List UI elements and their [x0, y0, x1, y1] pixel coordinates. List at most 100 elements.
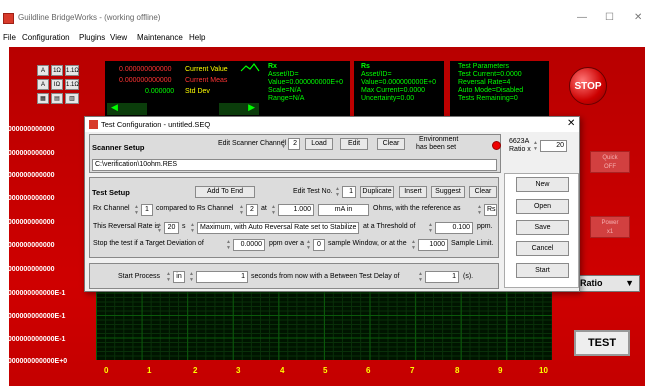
spinner-arrows-icon[interactable]: ▲ ▼	[532, 140, 539, 152]
open-button[interactable]: Open	[516, 199, 569, 214]
spinner-arrows-icon[interactable]: ▲ ▼	[189, 222, 196, 234]
scanner-file-path[interactable]: C:\verification\10ohm.RES	[92, 159, 497, 171]
scanner-model-label: 6623A	[509, 138, 530, 145]
spinner-arrows-icon[interactable]: ▲ ▼	[417, 271, 424, 283]
start-process-group: Start Process ▲ ▼ in ▲ ▼ 1 seconds from no…	[89, 263, 499, 289]
ratio-dropdown[interactable]: Ratio ▼	[574, 275, 640, 292]
deviation-input[interactable]: 0.0000	[233, 239, 265, 251]
dialog-close-button[interactable]: ✕	[567, 118, 575, 129]
rx-line: Range=N/A	[268, 95, 305, 102]
spinner-arrows-icon[interactable]: ▲ ▼	[225, 239, 232, 251]
range-1ohm-button[interactable]: 1Ω	[51, 65, 63, 76]
clear-test-button[interactable]: Clear	[469, 186, 497, 198]
rs-line: Asset/ID=	[361, 71, 392, 78]
quick-off-button[interactable]: Quick OFF	[590, 151, 630, 173]
spinner-arrows-icon[interactable]: ▲ ▼	[156, 222, 163, 234]
range-i-button[interactable]: IΩ	[51, 79, 63, 90]
power-label: Power	[601, 220, 619, 226]
current-input[interactable]: 1.000	[278, 204, 314, 216]
minimize-button[interactable]: —	[577, 12, 587, 23]
x-axis-label: 3	[236, 366, 241, 375]
menu-view[interactable]: View	[110, 33, 127, 42]
suggest-button[interactable]: Suggest	[431, 186, 465, 198]
range-11-b-button[interactable]: 1.1Ω	[65, 79, 79, 90]
stabilize-mode-select[interactable]: Maximum, with Auto Reversal Rate set to …	[197, 222, 359, 234]
stop-button[interactable]: STOP	[569, 67, 607, 105]
start-mode-select[interactable]: in	[173, 271, 185, 283]
unit-select[interactable]: mA in	[318, 204, 369, 216]
menu-plugins[interactable]: Plugins	[79, 33, 105, 42]
range-11ohm-button[interactable]: 1.1Ω	[65, 65, 79, 76]
menu-file[interactable]: File	[3, 33, 16, 42]
spinner-arrows-icon[interactable]: ▲ ▼	[427, 222, 434, 234]
scanner-channel-input[interactable]: 2	[288, 138, 300, 150]
test-no-input[interactable]: 1	[342, 186, 356, 198]
y-axis-label: 6.000000000000	[2, 219, 55, 226]
between-delay-input[interactable]: 1	[425, 271, 459, 283]
scroll-left-icon[interactable]: ◀	[107, 103, 147, 115]
rs-channel-input[interactable]: 2	[246, 204, 258, 216]
chart-icon[interactable]: ▤	[51, 93, 63, 104]
rx-line: Scale=N/A	[268, 87, 302, 94]
maximize-button[interactable]: ☐	[605, 12, 614, 23]
menu-configuration[interactable]: Configuration	[22, 33, 70, 42]
y-axis-label: 7.000000000000	[2, 195, 55, 202]
window-titlebar: Guildline BridgeWorks - (working offline…	[0, 0, 647, 30]
spinner-arrows-icon[interactable]: ▲ ▼	[280, 138, 287, 150]
menu-help[interactable]: Help	[189, 33, 205, 42]
sample-window-input[interactable]: 0	[313, 239, 325, 251]
quick-off-state: OFF	[604, 164, 616, 170]
insert-button[interactable]: Insert	[399, 186, 427, 198]
start-delay-input[interactable]: 1	[196, 271, 248, 283]
y-axis-label: 9.000000000000	[2, 150, 55, 157]
reference-select[interactable]: Rs	[484, 204, 497, 216]
spinner-arrows-icon[interactable]: ▲ ▼	[270, 204, 277, 216]
close-button[interactable]: ✕	[634, 12, 642, 23]
current-value-label: Current Value	[185, 66, 228, 73]
table-icon[interactable]: ▥	[65, 93, 79, 104]
clear-scanner-button[interactable]: Clear	[377, 138, 405, 150]
between-test-delay-label: seconds from now with a Between Test Del…	[251, 273, 400, 280]
rx-channel-input[interactable]: 1	[141, 204, 153, 216]
reversal-rate-input[interactable]: 20	[164, 222, 179, 234]
x-axis-label: 1	[147, 366, 152, 375]
cancel-button[interactable]: Cancel	[516, 241, 569, 256]
spinner-arrows-icon[interactable]: ▲ ▼	[305, 239, 312, 251]
spinner-arrows-icon[interactable]: ▲ ▼	[410, 239, 417, 251]
spinner-arrows-icon[interactable]: ▲ ▼	[188, 271, 195, 283]
y-axis-label: 5.000000000000	[2, 242, 55, 249]
rs-line: Value=0.000000000E+0	[361, 79, 436, 86]
grid-icon[interactable]: ▦	[37, 93, 49, 104]
new-button[interactable]: New	[516, 177, 569, 192]
sample-limit-input[interactable]: 1000	[418, 239, 448, 251]
y-axis-label: 1.000000000000E-1	[2, 336, 66, 343]
start-process-label: Start Process	[118, 273, 161, 280]
rx-line: Asset/ID=	[268, 71, 299, 78]
seconds-suffix-label: (s).	[463, 273, 474, 280]
load-button[interactable]: Load	[305, 138, 333, 150]
menu-maintenance[interactable]: Maintenance	[137, 33, 183, 42]
scroll-right-icon[interactable]: ▶	[219, 103, 259, 115]
rs-panel: Rs Asset/ID= Value=0.000000000E+0 Max Cu…	[354, 61, 444, 117]
spinner-arrows-icon[interactable]: ▲ ▼	[334, 186, 341, 198]
spinner-arrows-icon[interactable]: ▲ ▼	[133, 204, 140, 216]
spinner-arrows-icon[interactable]: ▲ ▼	[476, 204, 483, 216]
reversal-rate-label: This Reversal Rate is	[93, 223, 160, 230]
duplicate-button[interactable]: Duplicate	[360, 186, 394, 198]
start-button[interactable]: Start	[516, 263, 569, 278]
ammeter-button[interactable]: A	[37, 65, 49, 76]
add-to-end-button[interactable]: Add To End	[195, 186, 255, 198]
ammeter-b-button[interactable]: A	[37, 79, 49, 90]
window-title: Guildline BridgeWorks - (working offline…	[18, 13, 161, 22]
test-button[interactable]: TEST	[574, 330, 630, 356]
x-axis-label: 8	[455, 366, 460, 375]
save-button[interactable]: Save	[516, 220, 569, 235]
spinner-arrows-icon[interactable]: ▲ ▼	[238, 204, 245, 216]
spinner-arrows-icon[interactable]: ▲ ▼	[165, 271, 172, 283]
edit-button[interactable]: Edit	[340, 138, 368, 150]
power-button[interactable]: Power x1	[590, 216, 630, 238]
ratio-input[interactable]: 20	[540, 140, 567, 152]
environment-set-label: has been set	[416, 144, 457, 151]
chevron-down-icon: ▼	[625, 278, 634, 288]
threshold-input[interactable]: 0.100	[435, 222, 473, 234]
